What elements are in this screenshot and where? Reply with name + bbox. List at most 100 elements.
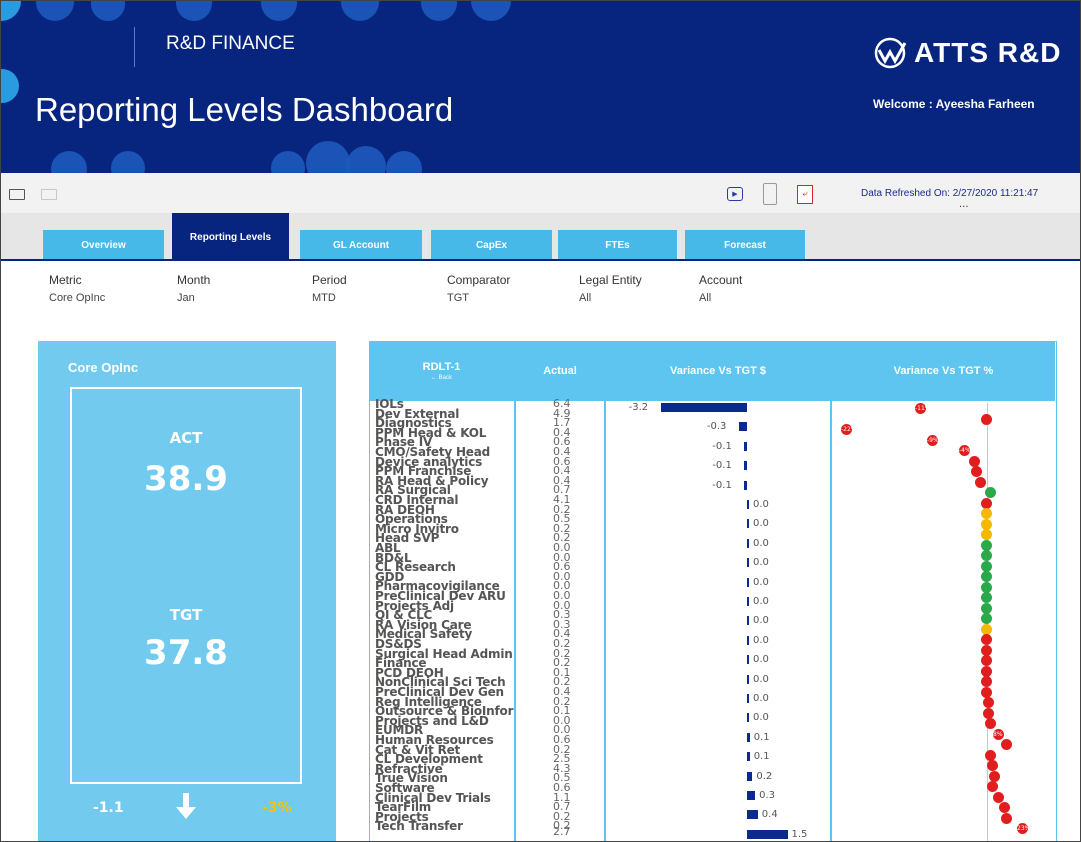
variance-pct-point[interactable] bbox=[985, 718, 996, 729]
reporting-grid: RDLT-1 ← Back Actual Variance Vs TGT $ V… bbox=[369, 341, 1057, 841]
logo-w-icon bbox=[874, 37, 907, 69]
decor-circle bbox=[306, 141, 350, 173]
filter-month[interactable]: Month Jan bbox=[177, 273, 210, 304]
variance-bar[interactable] bbox=[747, 577, 749, 587]
decor-circle bbox=[111, 151, 145, 173]
more-icon[interactable]: ... bbox=[959, 199, 969, 210]
variance-pct-point[interactable] bbox=[981, 560, 992, 572]
variance-pct-point[interactable] bbox=[981, 508, 992, 519]
col-divider bbox=[514, 341, 516, 841]
filter-account[interactable]: Account All bbox=[699, 273, 742, 304]
pdf-icon[interactable]: ⤶ bbox=[797, 184, 813, 204]
back-button[interactable]: ← Back bbox=[431, 375, 452, 381]
variance-pct-point[interactable] bbox=[983, 707, 994, 719]
variance-bar[interactable] bbox=[747, 597, 749, 606]
variance-bar[interactable] bbox=[660, 403, 747, 412]
variance-bar[interactable] bbox=[747, 655, 749, 665]
variance-bar[interactable] bbox=[747, 829, 788, 839]
filter-metric[interactable]: Metric Core OpInc bbox=[49, 273, 105, 304]
variance-bar-label: -3.2 bbox=[628, 402, 649, 413]
decor-circle bbox=[51, 151, 87, 173]
variance-bar[interactable] bbox=[747, 771, 753, 781]
tab-ftes[interactable]: FTEs bbox=[558, 230, 677, 261]
tab-forecast[interactable]: Forecast bbox=[685, 230, 805, 261]
mobile-icon[interactable] bbox=[763, 183, 777, 205]
variance-pct-point[interactable] bbox=[981, 592, 992, 603]
variance-pct-point[interactable] bbox=[981, 613, 992, 624]
variance-bar[interactable] bbox=[744, 480, 747, 490]
variance-value: -1.1 bbox=[93, 800, 124, 816]
tab-reporting-levels[interactable]: Reporting Levels bbox=[172, 213, 289, 261]
variance-pct-point[interactable] bbox=[1001, 812, 1012, 824]
tab-overview[interactable]: Overview bbox=[43, 230, 164, 261]
variance-pct-point[interactable] bbox=[981, 539, 992, 551]
variance-pct-point[interactable] bbox=[1001, 739, 1012, 750]
col-header-variance-pct[interactable]: Variance Vs TGT % bbox=[832, 341, 1055, 401]
variance-pct-point[interactable] bbox=[993, 791, 1004, 803]
variance-pct-point[interactable] bbox=[999, 802, 1010, 813]
variance-pct-point[interactable] bbox=[981, 602, 992, 614]
variance-bar[interactable] bbox=[744, 461, 747, 471]
variance-pct-point[interactable] bbox=[981, 550, 992, 561]
variance-pct-point[interactable] bbox=[981, 655, 992, 666]
variance-pct-point[interactable] bbox=[981, 413, 992, 425]
variance-bar[interactable] bbox=[747, 810, 758, 820]
variance-pct-point[interactable] bbox=[985, 487, 996, 498]
decor-circle bbox=[36, 1, 74, 21]
row-actual: 2.7 bbox=[553, 825, 571, 838]
variance-bar[interactable] bbox=[747, 519, 749, 529]
variance-pct-point[interactable] bbox=[975, 476, 986, 488]
variance-pct-point[interactable] bbox=[981, 644, 992, 656]
variance-pct-point[interactable] bbox=[981, 665, 992, 677]
variance-pct-point[interactable] bbox=[981, 571, 992, 582]
variance-pct-point[interactable] bbox=[989, 770, 1000, 782]
variance-bar[interactable] bbox=[747, 674, 749, 684]
col-header-actual[interactable]: Actual bbox=[516, 341, 604, 401]
tab-underline bbox=[1, 259, 1080, 261]
variance-bar-label: -0.1 bbox=[712, 479, 732, 491]
variance-bar[interactable] bbox=[747, 713, 749, 723]
variance-pct-point[interactable] bbox=[987, 760, 998, 771]
variance-bar[interactable] bbox=[738, 422, 747, 432]
present-icon[interactable]: ▶ bbox=[727, 187, 743, 201]
variance-pct-point[interactable] bbox=[969, 455, 980, 467]
col-header-rdlt[interactable]: RDLT-1 ← Back bbox=[369, 341, 514, 401]
filter-period[interactable]: Period MTD bbox=[312, 273, 347, 304]
variance-pct-point[interactable] bbox=[981, 497, 992, 509]
variance-bar[interactable] bbox=[747, 558, 749, 568]
filter-label: Comparator bbox=[447, 273, 511, 287]
filter-comparator[interactable]: Comparator TGT bbox=[447, 273, 510, 304]
tab-capex[interactable]: CapEx bbox=[431, 230, 552, 261]
decor-circle bbox=[271, 151, 305, 173]
variance-pct-point[interactable] bbox=[983, 697, 994, 708]
filter-label: Account bbox=[699, 273, 743, 287]
variance-bar[interactable] bbox=[747, 694, 749, 703]
variance-bar[interactable] bbox=[747, 732, 750, 742]
tab-gl-account[interactable]: GL Account bbox=[300, 230, 422, 261]
variance-bar-label: 0.2 bbox=[756, 770, 773, 782]
variance-pct-point[interactable] bbox=[981, 686, 992, 698]
row-name[interactable]: Tech Transfer bbox=[375, 820, 463, 832]
variance-pct-point[interactable] bbox=[981, 518, 992, 530]
toolbar: ▶ ⤶ Data Refreshed On: 2/27/2020 11:21:4… bbox=[1, 173, 1080, 213]
variance-pct-point[interactable] bbox=[985, 749, 996, 761]
variance-bar[interactable] bbox=[747, 635, 749, 645]
variance-pct-point[interactable] bbox=[987, 781, 998, 792]
variance-pct-point[interactable] bbox=[981, 529, 992, 540]
variance-pct-point[interactable] bbox=[981, 623, 992, 635]
variance-pct-point[interactable] bbox=[981, 581, 992, 593]
variance-pct-point[interactable] bbox=[981, 676, 992, 687]
tablet-icon[interactable] bbox=[41, 189, 57, 200]
variance-pct-point[interactable] bbox=[971, 466, 982, 477]
col-header-variance-dollar[interactable]: Variance Vs TGT $ bbox=[606, 341, 830, 401]
filter-legal-entity[interactable]: Legal Entity All bbox=[579, 273, 642, 304]
variance-bar[interactable] bbox=[744, 441, 747, 451]
tab-bar: Overview Reporting Levels GL Account Cap… bbox=[1, 213, 1080, 261]
laptop-icon[interactable] bbox=[9, 189, 25, 200]
variance-bar[interactable] bbox=[747, 538, 749, 548]
variance-pct-point[interactable] bbox=[981, 634, 992, 645]
variance-bar[interactable] bbox=[747, 791, 756, 800]
variance-bar[interactable] bbox=[747, 500, 749, 509]
variance-bar[interactable] bbox=[747, 752, 750, 762]
variance-bar[interactable] bbox=[747, 616, 749, 626]
